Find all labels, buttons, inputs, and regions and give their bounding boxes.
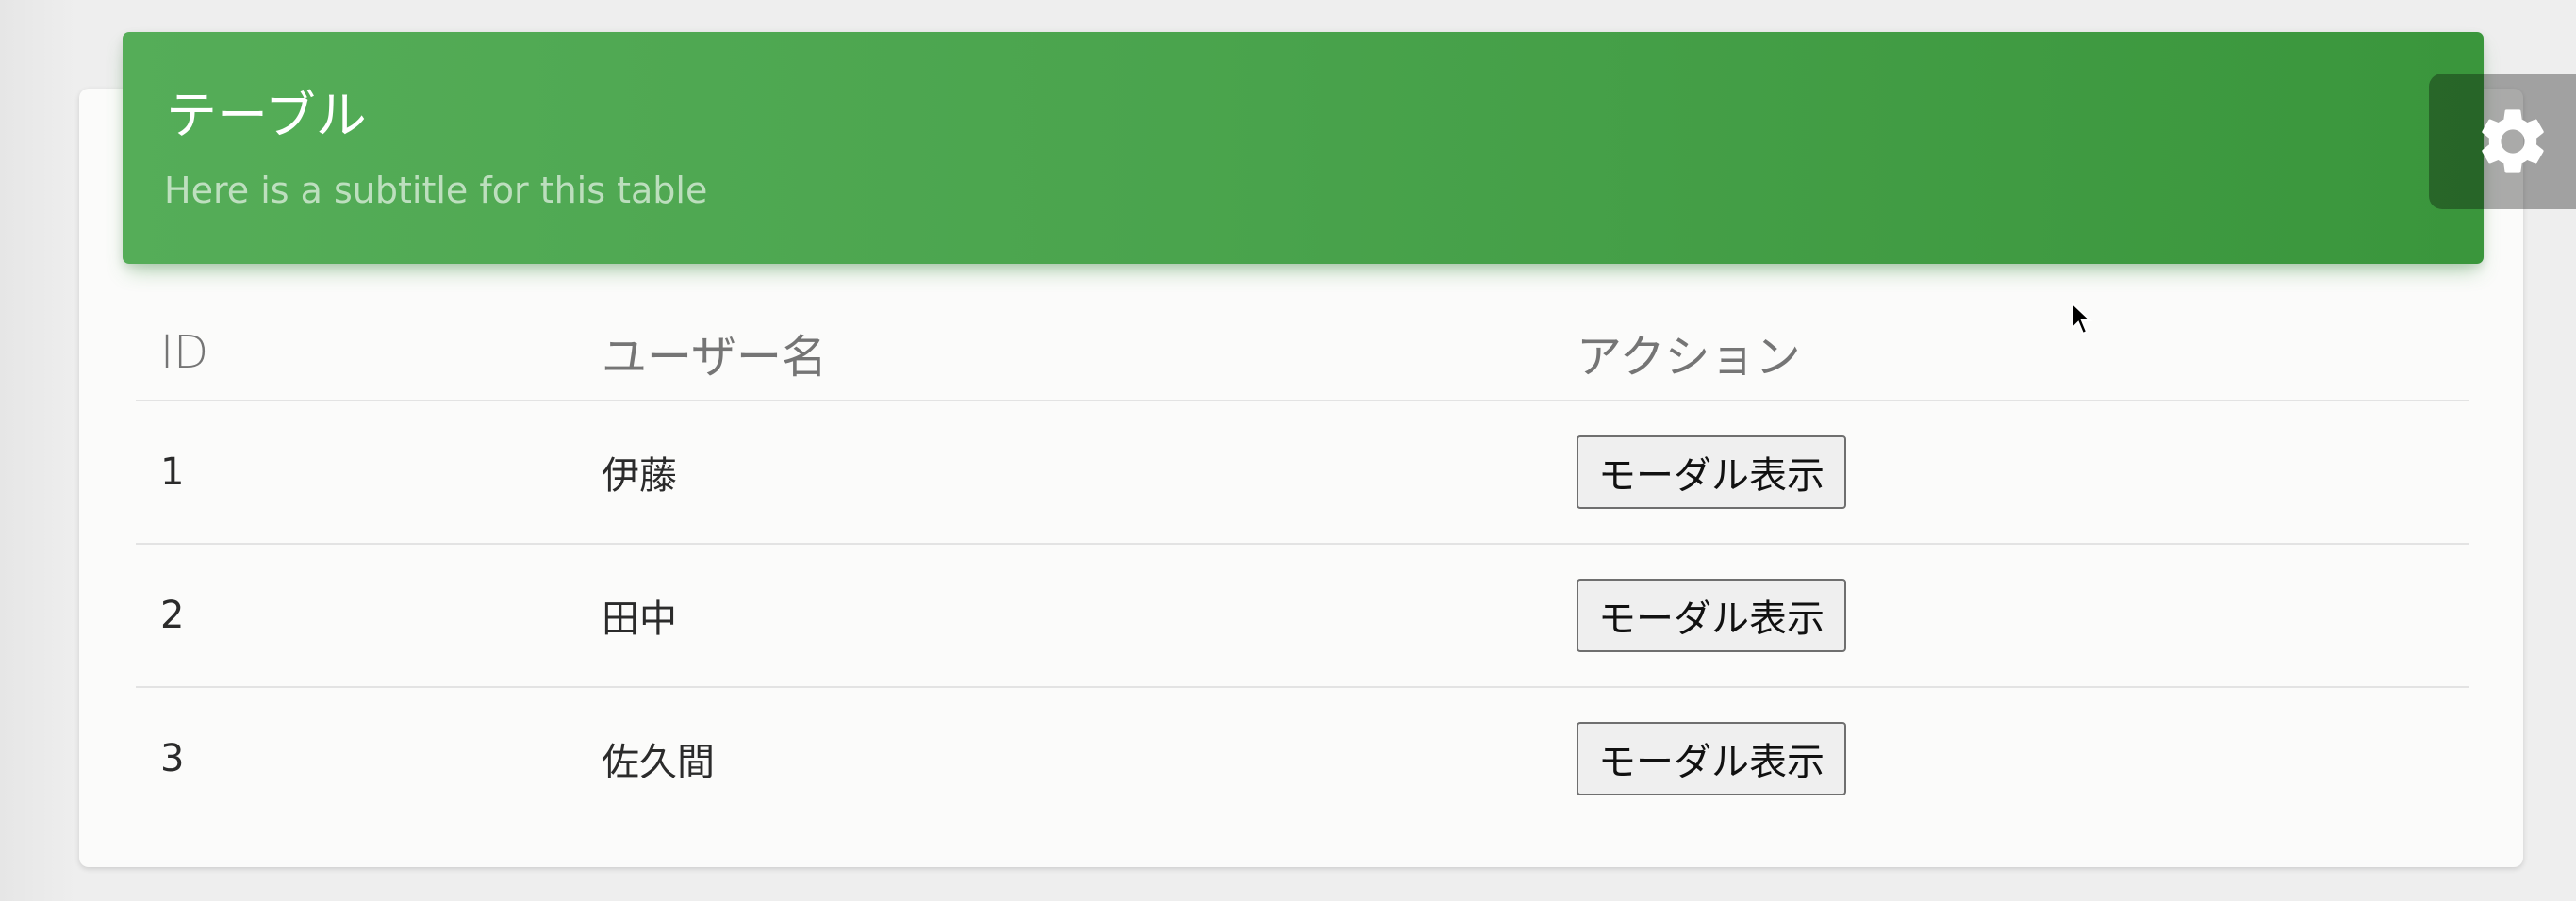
column-header-action: アクション <box>1577 331 1801 384</box>
show-modal-button[interactable]: モーダル表示 <box>1577 722 1846 795</box>
card-subtitle: Here is a subtitle for this table <box>164 170 708 211</box>
settings-toggle[interactable] <box>2429 74 2576 209</box>
gear-icon <box>2482 109 2544 173</box>
cell-username: 田中 <box>602 598 677 641</box>
column-header-username: ユーザー名 <box>602 331 828 384</box>
column-header-id: ID <box>160 326 209 379</box>
cell-action: モーダル表示 <box>1577 688 1846 829</box>
show-modal-button[interactable]: モーダル表示 <box>1577 579 1846 652</box>
table-row: 3 佐久間 モーダル表示 <box>136 686 2469 829</box>
cell-id: 3 <box>160 737 185 780</box>
users-table: ID ユーザー名 アクション 1 伊藤 モーダル表示 2 田中 モーダル表示 3… <box>136 305 2469 829</box>
table-row: 1 伊藤 モーダル表示 <box>136 400 2469 543</box>
show-modal-button[interactable]: モーダル表示 <box>1577 435 1846 509</box>
cell-id: 1 <box>160 450 185 494</box>
page-background: テーブル Here is a subtitle for this table I… <box>0 0 2576 901</box>
cell-username: 伊藤 <box>602 454 677 498</box>
card-title: テーブル <box>166 86 367 145</box>
cell-username: 佐久間 <box>602 741 715 784</box>
card-header: テーブル Here is a subtitle for this table <box>123 32 2484 264</box>
cell-id: 2 <box>160 594 185 637</box>
table-header-row: ID ユーザー名 アクション <box>136 305 2469 400</box>
mouse-cursor-icon <box>2072 302 2093 336</box>
cell-action: モーダル表示 <box>1577 545 1846 686</box>
cell-action: モーダル表示 <box>1577 401 1846 543</box>
table-row: 2 田中 モーダル表示 <box>136 543 2469 686</box>
